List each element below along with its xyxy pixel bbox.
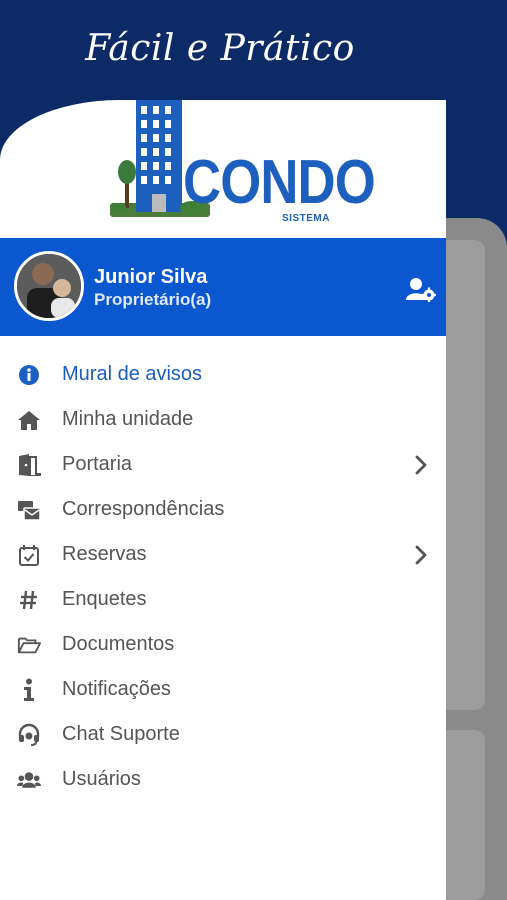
headset-icon: [17, 723, 41, 747]
menu-item-notificacoes[interactable]: Notificações: [0, 667, 446, 712]
menu-item-label: Reservas: [62, 543, 147, 565]
logo: CONDO SISTEMA: [0, 100, 446, 238]
menu-item-label: Portaria: [62, 453, 133, 475]
user-role: Proprietário(a): [94, 290, 212, 309]
menu-item-reservas[interactable]: Reservas: [0, 532, 446, 577]
hashtag-icon: [17, 588, 41, 612]
info-icon: [17, 678, 41, 702]
user-settings-icon[interactable]: [406, 276, 436, 302]
menu-item-label: Chat Suporte: [62, 723, 180, 745]
calendar-check-icon: [17, 543, 41, 567]
menu-item-label: Mural de avisos: [62, 363, 203, 385]
drawer-menu: Mural de avisos Minha unidade Portaria C…: [0, 352, 446, 802]
menu-item-enquetes[interactable]: Enquetes: [0, 577, 446, 622]
menu-item-label: Enquetes: [62, 588, 147, 610]
menu-item-chat-suporte[interactable]: Chat Suporte: [0, 712, 446, 757]
menu-item-label: Correspondências: [62, 498, 225, 520]
menu-item-mural-de-avisos[interactable]: Mural de avisos: [0, 352, 446, 397]
chevron-right-icon[interactable]: [414, 455, 428, 475]
header-banner: Fácil e Prático: [0, 0, 507, 110]
menu-item-label: Usuários: [62, 768, 141, 790]
door-open-icon: [17, 453, 41, 477]
menu-item-label: Minha unidade: [62, 408, 194, 430]
navigation-drawer: CONDO SISTEMA Junior Silva Proprietário(…: [0, 100, 446, 900]
users-icon: [17, 768, 41, 792]
menu-item-documentos[interactable]: Documentos: [0, 622, 446, 667]
tagline: Fácil e Prático: [85, 28, 355, 69]
logo-sub-text: SISTEMA: [282, 213, 330, 224]
menu-item-label: Documentos: [62, 633, 175, 655]
home-icon: [17, 408, 41, 432]
background-card: [440, 240, 485, 710]
menu-item-portaria[interactable]: Portaria: [0, 442, 446, 487]
user-profile-header[interactable]: Junior Silva Proprietário(a): [0, 238, 446, 336]
menu-item-label: Notificações: [62, 678, 171, 700]
menu-item-correspondencias[interactable]: Correspondências: [0, 487, 446, 532]
menu-item-usuarios[interactable]: Usuários: [0, 757, 446, 802]
chevron-right-icon[interactable]: [414, 545, 428, 565]
avatar[interactable]: [14, 251, 84, 321]
info-circle-icon: [17, 363, 41, 387]
folder-open-icon: [17, 633, 41, 657]
mail-bulk-icon: [17, 498, 41, 522]
avatar-photo: [17, 254, 81, 318]
user-name: Junior Silva: [94, 266, 208, 288]
menu-item-minha-unidade[interactable]: Minha unidade: [0, 397, 446, 442]
background-card: [440, 730, 485, 900]
logo-brand-text: CONDO: [183, 148, 376, 217]
